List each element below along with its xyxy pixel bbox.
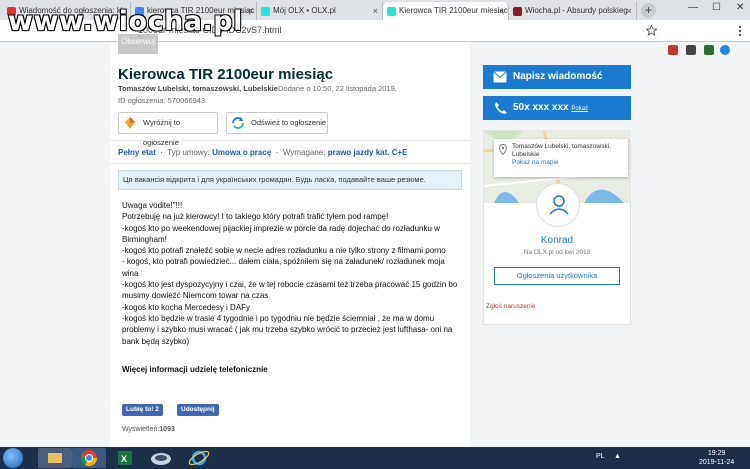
start-button[interactable] [3,448,23,468]
extension-icon[interactable] [704,45,714,55]
send-message-label: Napisz wiadomość [513,71,603,82]
description-line: -kogoś kto jest dyspozycyjny i czai, że … [122,280,458,301]
explorer-taskbar-icon[interactable] [38,448,72,468]
promote-button[interactable]: Wyróżnij to ogłoszenie [118,112,218,147]
phone-icon [495,102,507,114]
maximize-button[interactable]: ☐ [712,2,721,13]
seller-name[interactable]: Konrad [484,235,630,246]
map-pin-icon [499,144,507,155]
description-line: - kogoś, kto potrafi powiedzieć... dałem… [122,257,445,278]
show-phone-button[interactable]: 50x xxx xxx Pokaż [483,96,631,120]
new-tab-button[interactable]: + [641,3,656,18]
menu-dots-icon[interactable] [738,25,742,37]
kite-icon [125,117,135,129]
olx-icon [261,7,270,16]
tab-label: Kierowca TIR 2100eur miesiąc [399,6,508,15]
description-line: Uwaga vodite!"!!! [122,201,183,210]
ad-location: Tomaszów Lubelski, tomaszowski, Lubelski… [118,84,278,93]
seller-since: Na OLX.pl od kwi 2013 [523,249,591,256]
user-icon [549,195,569,215]
observe-button[interactable]: Obserwuj [118,34,158,54]
promote-label: Wyróżnij to ogłoszenie [143,118,181,147]
close-icon[interactable]: × [627,2,632,20]
description-line: -kogoś kto po weekendowej pijackiej impr… [122,223,440,244]
minimize-button[interactable]: — [688,2,698,13]
car-icon [151,453,171,465]
avatar[interactable] [536,183,580,227]
close-icon[interactable]: × [373,2,378,20]
windows-taskbar: X PL ▲ 19:29 2019-11-24 [0,447,750,469]
show-on-map-link[interactable]: Pokaż na mapie [512,159,559,166]
facebook-share-button[interactable]: Udostępnij [177,404,219,416]
report-link[interactable]: Zgłoś naruszenie [486,303,536,310]
close-window-button[interactable]: ✕ [736,2,744,13]
excel-taskbar-icon[interactable]: X [108,448,142,468]
tab-ad-active[interactable]: Kierowca TIR 2100eur miesiąc × [383,2,509,20]
views-count: 1093 [159,426,175,433]
description-line: -kogoś kto będzie w trasie 4 tygodnie i … [122,313,453,346]
ad-content: Obserwuj Kierowca TIR 2100eur miesiąc To… [110,34,470,447]
excel-icon: X [118,451,132,465]
refresh-icon [232,117,244,129]
attr-required-value[interactable]: prawo jazdy kat. C+E [328,148,408,157]
extension-icon[interactable] [686,45,696,55]
ad-attributes: Pełny etat · Typ umowy: Umowa o pracę · … [118,148,408,157]
tab-wiocha[interactable]: Wiocha.pl - Absurdy polskieg × [509,2,637,20]
ad-added-date: Dodane o 10:50, 22 listopada 2019, [278,84,397,93]
extension-icon[interactable] [668,45,678,55]
views-label: Wyświetleń: [122,426,160,433]
tab-label: Wiocha.pl - Absurdy polskieg [525,6,628,15]
tab-my-olx[interactable]: Mój OLX • OLX.pl × [257,2,383,20]
seller-card: Tomaszów Lubelski, tomaszowski, Lubelski… [483,130,631,325]
star-icon[interactable] [646,25,657,36]
app-taskbar-icon[interactable] [144,448,178,468]
folder-icon [48,453,62,463]
more-info-text: Więcej informacji udzielę telefonicznie [122,365,268,374]
watermark-logo: www.wiocha.pl [8,6,243,37]
show-phone-link[interactable]: Pokaż [571,106,588,112]
system-clock[interactable]: 19:29 2019-11-24 [699,449,734,467]
divider [110,163,470,164]
language-indicator[interactable]: PL [596,453,605,460]
internet-explorer-icon [188,450,210,466]
tab-label: Mój OLX • OLX.pl [273,6,336,15]
map-location-text: Tomaszów Lubelski, tomaszowski, Lubelski… [512,143,611,158]
svg-text:X: X [121,454,127,464]
ukrainian-info-banner: Ця вакансія відкрита і для українських г… [118,170,462,190]
description-line: -kogoś kto kocha Mercedesy i DAFy [122,302,251,312]
refresh-button[interactable]: Odśwież to ogłoszenie [226,112,328,134]
attr-employment-value[interactable]: Pełny etat [118,148,156,157]
clock-time: 19:29 [707,450,726,457]
envelope-icon [493,71,507,83]
attr-contract-key: Typ umowy: [167,148,210,157]
ad-title: Kierowca TIR 2100eur miesiąc [118,66,334,83]
divider [110,140,470,141]
ad-description: Uwaga vodite!"!!! Potrzebuję na już kier… [122,200,458,347]
close-icon[interactable]: × [247,2,252,20]
tray-arrow-icon[interactable]: ▲ [614,453,621,460]
attr-contract-value[interactable]: Umowa o pracę [212,148,271,157]
refresh-label: Odśwież to ogłoszenie [251,118,327,127]
user-ads-button[interactable]: Ogłoszenia użytkownika [494,267,620,285]
attr-required-key: Wymagane: [282,148,326,157]
description-line: -kogoś kto potrafi znaleźć sobie w necie… [122,246,446,256]
map-location-popup: Tomaszów Lubelski, tomaszowski, Lubelski… [494,139,628,177]
chrome-taskbar-icon[interactable] [72,448,106,468]
ie-taskbar-icon[interactable] [182,448,216,468]
wiocha-icon [513,7,522,16]
description-line: Potrzebuję na już kierowcy! I to takiego… [122,212,389,222]
facebook-like-button[interactable]: Lubię to! 2 [122,404,163,416]
ad-id: ID ogłoszenia: 570066943 [118,96,206,105]
phone-number: 50x xxx xxx [513,102,569,113]
clock-date: 2019-11-24 [699,459,735,466]
close-icon[interactable]: × [499,2,504,20]
olx-icon [387,7,396,16]
chrome-icon [80,450,98,467]
send-message-button[interactable]: Napisz wiadomość [483,65,631,89]
views-counter: Wyświetleń:1093 [122,426,175,433]
profile-icon[interactable] [720,45,730,55]
